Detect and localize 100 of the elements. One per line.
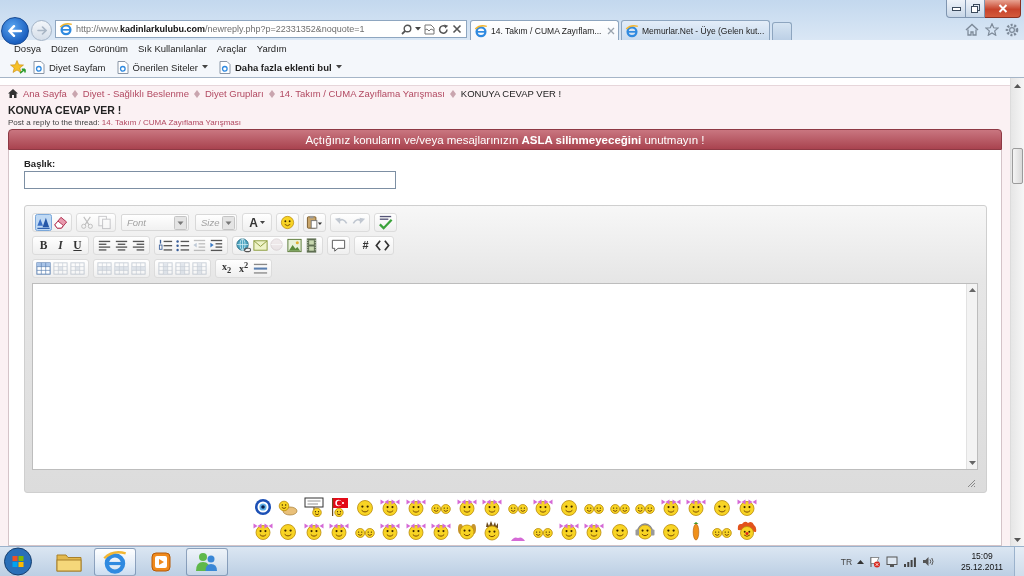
search-icon[interactable]: [401, 23, 412, 35]
tab-close-icon[interactable]: [607, 26, 615, 35]
menu-item[interactable]: Görünüm: [83, 43, 133, 54]
signal-icon[interactable]: [903, 556, 918, 567]
smiley-with-bows-icon[interactable]: [533, 497, 554, 517]
smiley-with-bows-icon[interactable]: [252, 521, 273, 541]
image-icon[interactable]: [286, 237, 303, 254]
smiley-with-headphones-icon[interactable]: [635, 521, 656, 541]
breadcrumb-link[interactable]: Diyet - Sağlıklı Beslenme: [82, 88, 189, 99]
caret-icon[interactable]: [415, 27, 421, 31]
restore-button[interactable]: [966, 0, 985, 18]
stop-icon[interactable]: [452, 24, 462, 34]
language-indicator[interactable]: TR: [840, 556, 853, 567]
bullet-list-icon[interactable]: [174, 237, 191, 254]
menu-item[interactable]: Dosya: [9, 43, 46, 54]
table-icon[interactable]: [35, 260, 52, 277]
scroll-down-arrow-icon: [1014, 538, 1021, 542]
smiley-with-sign-icon[interactable]: [303, 497, 324, 517]
menu-item[interactable]: Sık Kullanılanlar: [133, 43, 212, 54]
scroll-up-arrow-icon: [1014, 84, 1021, 88]
smiley-icon[interactable]: [278, 521, 299, 541]
smiley-with-bows-icon[interactable]: [380, 521, 401, 541]
smiley-icon[interactable]: [711, 497, 732, 517]
underline-button[interactable]: U: [69, 237, 86, 254]
text-color-button[interactable]: A: [245, 214, 269, 231]
breadcrumb-current: KONUYA CEVAP VER !: [460, 88, 562, 99]
browser-logo-icon: [59, 22, 73, 36]
url-field[interactable]: http://www.kadinlarkulubu.com/newreply.php?p=22331352&noquote=1: [76, 24, 398, 34]
action-center-flag-icon[interactable]: [869, 555, 882, 568]
italic-button[interactable]: I: [52, 237, 69, 254]
breadcrumb-link[interactable]: Ana Sayfa: [23, 88, 67, 99]
monitor-icon[interactable]: [886, 555, 899, 568]
browser-tab[interactable]: 14. Takım / CUMA Zayıflam...: [470, 20, 619, 40]
caret-icon: [259, 221, 265, 224]
code-button[interactable]: #: [357, 237, 374, 254]
webpage-icon: [219, 60, 231, 74]
smiley-icon[interactable]: [354, 497, 375, 517]
spiky-hair-smiley-icon[interactable]: [482, 521, 503, 541]
dog-face-icon[interactable]: [456, 521, 477, 541]
smiley-with-bows-icon[interactable]: [686, 497, 707, 517]
refresh-icon[interactable]: [438, 23, 449, 35]
thread-link[interactable]: 14. Takım / CUMA Zayıflama Yarışması: [101, 118, 241, 127]
smiley-with-bows-icon[interactable]: [737, 497, 758, 517]
indent-icon[interactable]: [208, 237, 225, 254]
home-icon[interactable]: [8, 89, 18, 98]
scrollbar-thumb[interactable]: [1012, 148, 1023, 184]
superscript-button[interactable]: x$^{2}$: [235, 260, 252, 277]
smiley-icon[interactable]: [660, 521, 681, 541]
format-toggle-icon[interactable]: [35, 214, 52, 231]
taskbar-button[interactable]: [186, 547, 228, 576]
smiley-with-bows-icon[interactable]: [660, 497, 681, 517]
star-icon[interactable]: [985, 23, 999, 36]
title-input[interactable]: [24, 171, 396, 189]
menu-item[interactable]: Araçlar: [211, 43, 252, 54]
smiley-with-bows-icon[interactable]: [558, 521, 579, 541]
smiley-with-bows-icon[interactable]: [584, 521, 605, 541]
smiley-with-bows-icon[interactable]: [431, 521, 452, 541]
numbered-list-icon[interactable]: [157, 237, 174, 254]
favorites-link[interactable]: Daha fazla eklenti bul: [215, 60, 346, 74]
clock[interactable]: 15:09 25.12.2011: [961, 550, 1003, 573]
smiley-with-bows-icon[interactable]: [303, 521, 324, 541]
textarea-scrollbar[interactable]: [966, 284, 977, 469]
eraser-icon[interactable]: [52, 214, 69, 231]
smiley-with-bows-icon[interactable]: [405, 497, 426, 517]
tray-arrow-icon[interactable]: [857, 559, 865, 564]
webpage-icon: [33, 60, 45, 74]
clown-icon[interactable]: [737, 521, 758, 541]
minimize-icon: [951, 6, 961, 11]
code-brackets-icon[interactable]: [374, 237, 391, 254]
start-button[interactable]: [3, 547, 33, 576]
globe-icon[interactable]: [235, 237, 252, 254]
smiley-with-bows-icon[interactable]: [456, 497, 477, 517]
menu-item[interactable]: Yardım: [251, 43, 292, 54]
bold-button[interactable]: B: [35, 237, 52, 254]
resize-grip-icon[interactable]: [966, 478, 976, 488]
compatibility-view-icon[interactable]: [424, 23, 435, 35]
taskbar-button[interactable]: [94, 547, 136, 576]
page-scrollbar[interactable]: [1010, 78, 1024, 546]
star-with-arrow-icon[interactable]: [10, 60, 26, 74]
subscript-button[interactable]: x$_{2}$: [218, 260, 235, 277]
smiley-icon[interactable]: [609, 521, 630, 541]
favorites-link[interactable]: Önerilen Siteler: [112, 60, 212, 74]
smiley-with-bows-icon[interactable]: [380, 497, 401, 517]
browser-logo-icon: [102, 548, 128, 575]
back-button[interactable]: [1, 17, 29, 45]
smiley-icon[interactable]: [558, 497, 579, 517]
evil-eye-bead-icon[interactable]: [252, 497, 273, 517]
breadcrumb-link[interactable]: Diyet Grupları: [204, 88, 264, 99]
menu-item[interactable]: Düzen: [45, 43, 84, 54]
settings-icon[interactable]: [1005, 23, 1019, 37]
close-button[interactable]: [985, 0, 1021, 18]
media-player-icon[interactable]: [150, 550, 172, 573]
browser-tab[interactable]: Memurlar.Net - Üye (Gelen kut...: [621, 20, 770, 40]
breadcrumb-link[interactable]: 14. Takım / CUMA Zayıflama Yarışması: [279, 88, 445, 99]
smiley-with-flag-icon[interactable]: [329, 497, 350, 517]
favorites-link[interactable]: Diyet Sayfam: [29, 60, 110, 74]
smiley-with-bows-icon[interactable]: [329, 521, 350, 541]
speaker-icon[interactable]: [922, 556, 935, 567]
minimize-button[interactable]: [946, 0, 966, 18]
smiley-with-bows-icon[interactable]: [405, 521, 426, 541]
